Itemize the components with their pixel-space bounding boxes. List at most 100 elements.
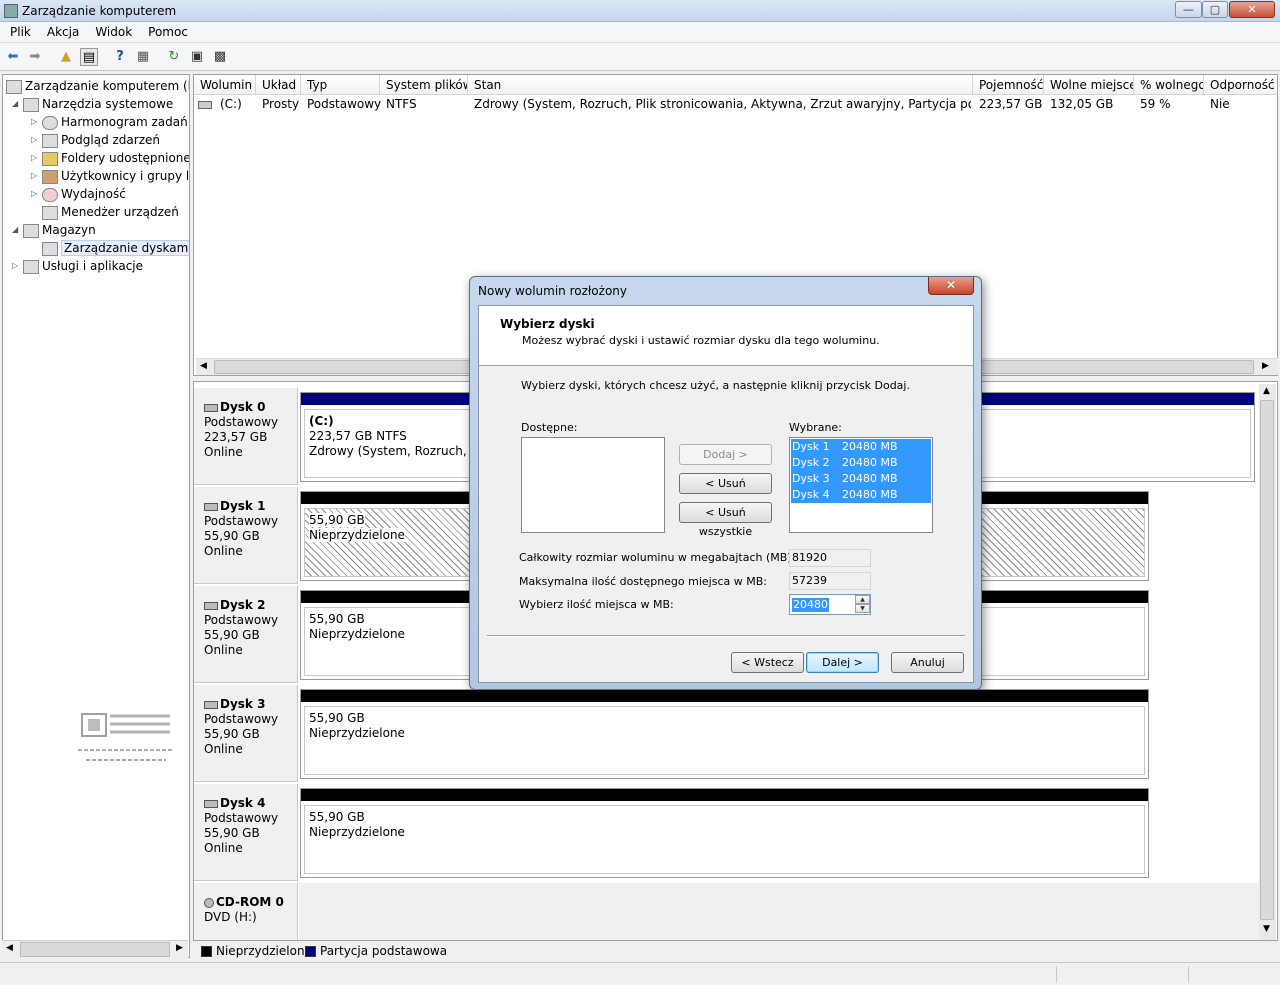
disk-1-unallocated-size: 55,90 GB	[309, 513, 365, 527]
column-header-capacity[interactable]: Pojemność	[973, 75, 1044, 95]
scrollbar-thumb[interactable]	[1260, 400, 1274, 920]
list-item[interactable]: Dysk 3 20480 MB	[791, 471, 931, 487]
dialog-header: Wybierz dyski Możesz wybrać dyski i usta…	[479, 306, 973, 366]
disk-4-unallocated[interactable]: 55,90 GB Nieprzydzielone	[300, 788, 1149, 878]
column-header-layout[interactable]: Układ	[256, 75, 301, 95]
expand-arrow-icon[interactable]: ▷	[31, 189, 37, 198]
forward-arrow-icon[interactable]: ➡	[26, 48, 44, 66]
unallocated-swatch	[201, 946, 212, 957]
disk-1-label[interactable]: Dysk 1 Podstawowy 55,90 GB Online	[194, 487, 298, 584]
scroll-right-icon[interactable]: ▶	[176, 943, 183, 953]
space-amount-input[interactable]: 20480	[792, 598, 829, 612]
expand-arrow-icon[interactable]: ▷	[31, 171, 37, 180]
scroll-left-icon[interactable]: ◀	[200, 361, 207, 371]
cell-filesystem: NTFS	[386, 97, 417, 111]
cdrom-0-name: CD-ROM 0	[216, 895, 284, 909]
disk-2-name: Dysk 2	[220, 598, 266, 612]
tree-item-performance[interactable]: Wydajność	[42, 185, 126, 203]
menu-action[interactable]: Akcja	[39, 22, 87, 39]
spin-up-icon[interactable]: ▲	[855, 595, 870, 604]
disk-0-label[interactable]: Dysk 0 Podstawowy 223,57 GB Online	[194, 388, 298, 485]
disk-0-type: Podstawowy	[204, 415, 279, 429]
spin-down-icon[interactable]: ▼	[855, 604, 870, 613]
column-header-status[interactable]: Stan	[468, 75, 973, 95]
disk-3-unallocated[interactable]: 55,90 GB Nieprzydzielone	[300, 689, 1149, 779]
tree-item-system-tools[interactable]: Narzędzia systemowe	[23, 95, 173, 113]
collapse-arrow-icon[interactable]: ◢	[12, 99, 18, 108]
close-button[interactable]: ✕	[1229, 1, 1275, 18]
tree-item-disk-management[interactable]: Zarządzanie dyskami	[42, 239, 189, 257]
max-space-label: Maksymalna ilość dostępnego miejsca w MB…	[519, 575, 767, 588]
refresh-icon[interactable]: ↻	[165, 48, 183, 66]
disk-4-label[interactable]: Dysk 4 Podstawowy 55,90 GB Online	[194, 784, 298, 881]
show-hide-tree-icon[interactable]: ▤	[80, 48, 98, 66]
menu-view[interactable]: Widok	[87, 22, 140, 39]
disk-management-icon	[42, 241, 58, 256]
expand-arrow-icon[interactable]: ▷	[31, 117, 37, 126]
tree-item-root[interactable]: Zarządzanie komputerem (loka	[6, 77, 189, 95]
tree-item-task-scheduler[interactable]: Harmonogram zadań	[42, 113, 188, 131]
menu-file[interactable]: Plik	[0, 22, 39, 39]
tree-item-device-manager[interactable]: Menedżer urządzeń	[42, 203, 179, 221]
column-header-type[interactable]: Typ	[301, 75, 380, 95]
partition-c-size: 223,57 GB NTFS	[309, 429, 407, 443]
toolbar: ⬅ ➡ ▲ ▤ ? ▦ ↻ ▣ ▩	[0, 43, 1280, 71]
add-button[interactable]: Dodaj >	[679, 444, 772, 465]
performance-icon	[42, 187, 58, 202]
properties-icon[interactable]: ▦	[134, 48, 152, 66]
column-header-filesystem[interactable]: System plików	[380, 75, 468, 95]
cancel-button[interactable]: Anuluj	[891, 652, 964, 673]
tree-item-services[interactable]: Usługi i aplikacje	[23, 257, 143, 275]
list-item[interactable]: Dysk 1 20480 MB	[791, 439, 931, 455]
disk-4-type: Podstawowy	[204, 811, 279, 825]
legend: Nieprzydzielone Partycja podstawowa	[193, 940, 1278, 960]
column-header-fault-tolerance[interactable]: Odporność	[1204, 75, 1277, 95]
list-item[interactable]: Dysk 2 20480 MB	[791, 455, 931, 471]
maximize-button[interactable]: ▢	[1202, 1, 1228, 18]
disk-pane-vertical-scrollbar[interactable]: ▲ ▼	[1259, 384, 1276, 940]
export-list-icon[interactable]: ▣	[188, 48, 206, 66]
collapse-arrow-icon[interactable]: ◢	[12, 225, 18, 234]
back-arrow-icon[interactable]: ⬅	[4, 48, 22, 66]
disk-1-status: Online	[204, 544, 243, 558]
column-header-free-space[interactable]: Wolne miejsce	[1044, 75, 1134, 95]
tree-horizontal-scrollbar[interactable]: ◀ ▶	[2, 940, 188, 958]
scroll-right-icon[interactable]: ▶	[1262, 361, 1269, 371]
cdrom-0-type: DVD (H:)	[204, 910, 257, 924]
available-disks-list[interactable]	[521, 437, 665, 533]
tree-item-local-users[interactable]: Użytkownicy i grupy lok	[42, 167, 189, 185]
disk-2-label[interactable]: Dysk 2 Podstawowy 55,90 GB Online	[194, 586, 298, 683]
scroll-up-icon[interactable]: ▲	[1263, 386, 1270, 396]
choose-space-label: Wybierz ilość miejsca w MB:	[519, 598, 674, 611]
minimize-button[interactable]: —	[1175, 1, 1202, 18]
next-button[interactable]: Dalej >	[806, 652, 879, 673]
column-header-volume[interactable]: Wolumin	[194, 75, 256, 95]
dialog-close-button[interactable]: ✕	[928, 277, 974, 295]
tree-item-event-viewer[interactable]: Podgląd zdarzeń	[42, 131, 160, 149]
remove-all-button[interactable]: < Usuń wszystkie	[679, 502, 772, 538]
menu-help[interactable]: Pomoc	[140, 22, 196, 39]
help-icon[interactable]: ?	[111, 48, 129, 66]
legend-unallocated: Nieprzydzielone	[216, 944, 312, 958]
folder-up-icon[interactable]: ▲	[57, 48, 75, 66]
disk-3-label[interactable]: Dysk 3 Podstawowy 55,90 GB Online	[194, 685, 298, 782]
space-amount-stepper[interactable]: 20480 ▲ ▼	[789, 594, 871, 615]
settings-icon[interactable]: ▩	[211, 48, 229, 66]
remove-button[interactable]: < Usuń	[679, 473, 772, 494]
dialog-subheading: Możesz wybrać dyski i ustawić rozmiar dy…	[522, 334, 880, 347]
expand-arrow-icon[interactable]: ▷	[31, 135, 37, 144]
selected-disks-list[interactable]: Dysk 1 20480 MB Dysk 2 20480 MB Dysk 3 2048…	[789, 437, 933, 533]
column-header-percent-free[interactable]: % wolnego	[1134, 75, 1204, 95]
scrollbar-thumb[interactable]	[20, 942, 170, 957]
new-striped-volume-dialog: Nowy wolumin rozłożony ✕ Wybierz dyski M…	[469, 276, 982, 690]
expand-arrow-icon[interactable]: ▷	[31, 153, 37, 162]
tree-item-storage[interactable]: Magazyn	[23, 221, 96, 239]
list-item[interactable]: Dysk 4 20480 MB	[791, 487, 931, 503]
tree-item-shared-folders[interactable]: Foldery udostępnione	[42, 149, 189, 167]
scroll-down-icon[interactable]: ▼	[1263, 924, 1270, 934]
cell-volume: (C:)	[220, 97, 242, 111]
expand-arrow-icon[interactable]: ▷	[12, 261, 18, 270]
scroll-left-icon[interactable]: ◀	[6, 943, 13, 953]
back-button[interactable]: < Wstecz	[731, 652, 804, 673]
cdrom-0-label[interactable]: CD-ROM 0 DVD (H:)	[194, 883, 298, 943]
